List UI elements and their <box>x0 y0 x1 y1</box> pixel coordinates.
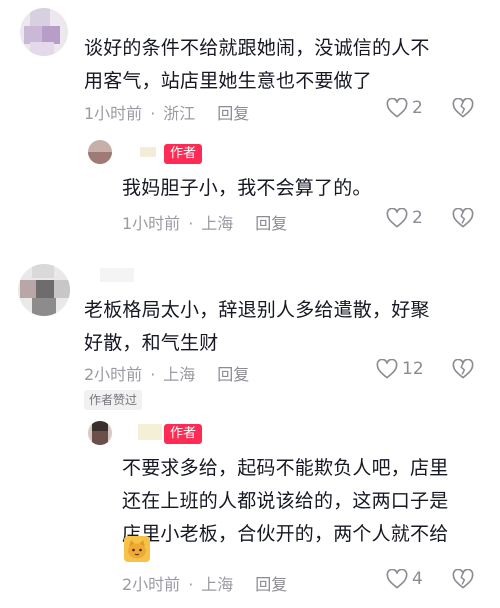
reply-button[interactable]: 回复 <box>255 575 287 594</box>
comment-text-line: 用客气，站店里她生意也不要做了 <box>84 70 373 92</box>
avatar-pixel <box>92 421 108 431</box>
author-avatar[interactable] <box>88 140 112 164</box>
separator: · <box>150 365 156 384</box>
author-tag: 作者 <box>164 144 203 164</box>
like-button[interactable]: 4 <box>386 569 423 589</box>
reply-text-line: 店里小老板，合伙开的，两个人就不给 <box>122 523 449 545</box>
avatar-pixel <box>54 280 70 298</box>
heart-outline-icon <box>386 569 408 589</box>
reply-text-line: 不要求多给，起码不能欺负人吧，店里 <box>122 457 449 479</box>
reply-button[interactable]: 回复 <box>217 365 249 384</box>
emoji-cat-icon <box>124 536 150 562</box>
comment-text-line: 老板格局太小，辞退别人多给遣散，好聚 <box>84 299 430 321</box>
avatar-pixel <box>92 431 108 445</box>
avatar-pixel <box>30 8 50 26</box>
reply-time: 1小时前 <box>122 214 181 233</box>
reply-button[interactable]: 回复 <box>217 104 249 123</box>
reply-location: 上海 <box>201 214 234 233</box>
avatar-pixel <box>32 264 54 278</box>
comment-location: 浙江 <box>163 104 196 123</box>
commenter-name-blurred <box>100 268 134 282</box>
like-count: 12 <box>402 359 424 379</box>
reply-button[interactable]: 回复 <box>255 214 287 233</box>
author-avatar[interactable] <box>88 421 112 445</box>
reply-time: 2小时前 <box>122 575 181 594</box>
reply-text: 不要求多给，起码不能欺负人吧，店里 还在上班的人都说该给的，这两口子是 店里小老… <box>122 452 492 551</box>
author-name-blurred <box>140 147 156 157</box>
broken-heart-icon[interactable] <box>452 207 474 232</box>
comment-time: 1小时前 <box>84 104 143 123</box>
avatar-pixel <box>30 42 54 56</box>
like-button[interactable]: 12 <box>376 359 424 379</box>
separator: · <box>188 575 194 594</box>
reply-meta: 2小时前 · 上海 回复 <box>122 571 287 595</box>
comment-location: 上海 <box>163 365 196 384</box>
comment-text: 谈好的条件不给就跟她闹，没诚信的人不 用客气，站店里她生意也不要做了 <box>84 32 484 98</box>
commenter-avatar[interactable] <box>18 264 70 316</box>
like-count: 2 <box>412 208 423 228</box>
comment-text-line: 谈好的条件不给就跟她闹，没诚信的人不 <box>84 37 430 59</box>
avatar-pixel <box>36 280 54 298</box>
heart-outline-icon <box>376 359 398 379</box>
broken-heart-icon[interactable] <box>452 97 474 122</box>
author-name-blurred <box>138 424 162 440</box>
broken-heart-icon[interactable] <box>452 358 474 383</box>
heart-outline-icon <box>386 98 408 118</box>
commenter-avatar[interactable] <box>20 8 68 56</box>
heart-outline-icon <box>386 208 408 228</box>
comment-time: 2小时前 <box>84 365 143 384</box>
like-button[interactable]: 2 <box>386 98 423 118</box>
comment-text-line: 好散，和气生财 <box>84 332 219 354</box>
like-count: 2 <box>412 98 423 118</box>
reply-meta: 1小时前 · 上海 回复 <box>122 210 287 234</box>
like-button[interactable]: 2 <box>386 208 423 228</box>
separator: · <box>188 214 194 233</box>
reply-text-line: 还在上班的人都说该给的，这两口子是 <box>122 490 449 512</box>
avatar-pixel <box>32 298 56 316</box>
reply-text: 我妈胆子小，我不会算了的。 <box>122 177 372 199</box>
author-tag: 作者 <box>164 424 203 444</box>
comment-text: 老板格局太小，辞退别人多给遣散，好聚 好散，和气生财 <box>84 294 484 360</box>
comment-meta: 2小时前 · 上海 回复 <box>84 361 249 385</box>
comment-meta: 1小时前 · 浙江 回复 <box>84 100 249 124</box>
broken-heart-icon[interactable] <box>452 568 474 593</box>
like-count: 4 <box>412 569 423 589</box>
separator: · <box>150 104 156 123</box>
author-liked-badge: 作者赞过 <box>84 390 143 410</box>
avatar-pixel <box>88 152 112 164</box>
avatar-pixel <box>20 280 36 298</box>
reply-location: 上海 <box>201 575 234 594</box>
